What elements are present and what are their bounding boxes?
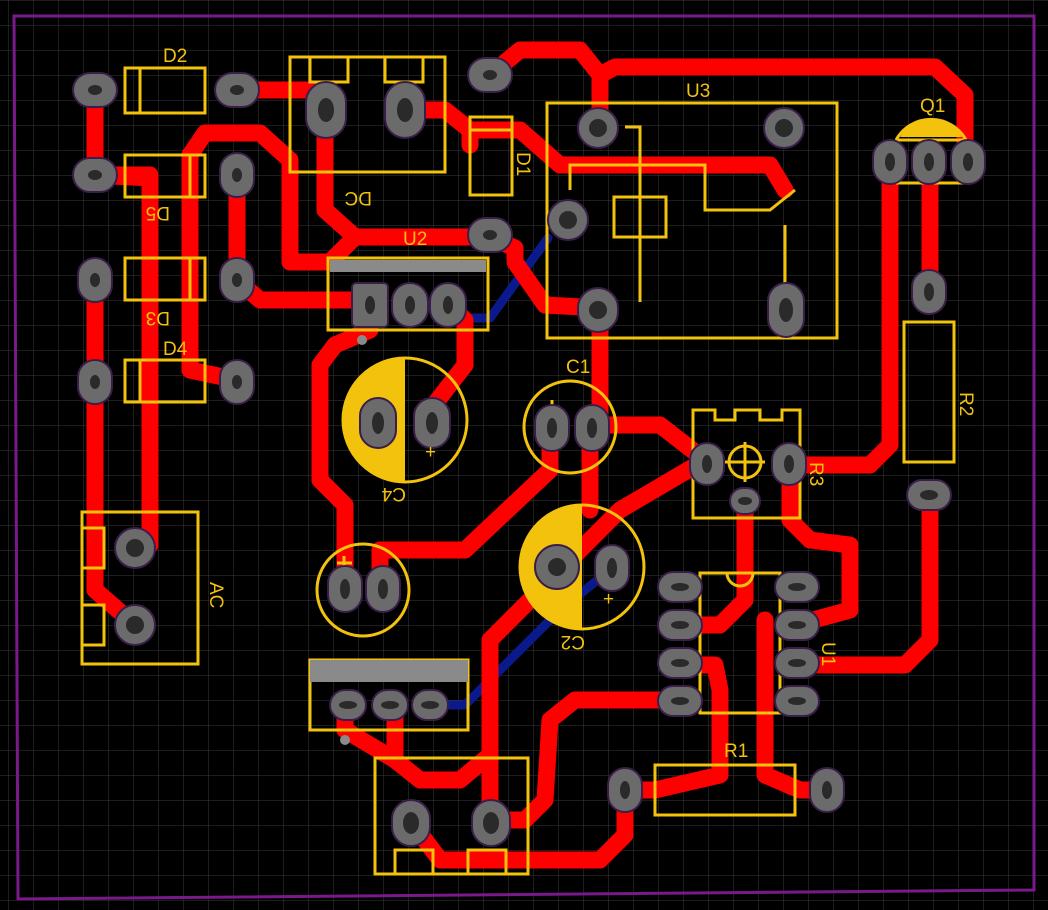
label-u2: U2 bbox=[403, 229, 427, 250]
label-c1: C1 bbox=[566, 357, 590, 378]
label-d5: D5 bbox=[146, 202, 170, 223]
label-r1: R1 bbox=[724, 741, 748, 762]
label-q1: Q1 bbox=[920, 96, 945, 117]
label-ac: AC bbox=[205, 582, 226, 608]
pcb-board-canvas: + + D2 D5 D3 D4 DC D1 U3 Q1 U2 C1 C4 R2 … bbox=[0, 0, 1048, 910]
c4-plus-mark: + bbox=[425, 442, 436, 463]
label-dc: DC bbox=[345, 187, 372, 208]
label-d3: D3 bbox=[146, 307, 170, 328]
label-d2: D2 bbox=[163, 46, 187, 67]
label-d1: D1 bbox=[512, 152, 533, 176]
label-u1: U1 bbox=[817, 642, 838, 666]
label-r3: R3 bbox=[805, 462, 826, 486]
label-r2: R2 bbox=[955, 392, 976, 416]
label-c4: C4 bbox=[381, 483, 406, 504]
label-d4: D4 bbox=[163, 339, 188, 360]
label-u3: U3 bbox=[686, 81, 710, 102]
label-c2: C2 bbox=[561, 631, 585, 652]
c2-plus-mark: + bbox=[603, 589, 614, 610]
